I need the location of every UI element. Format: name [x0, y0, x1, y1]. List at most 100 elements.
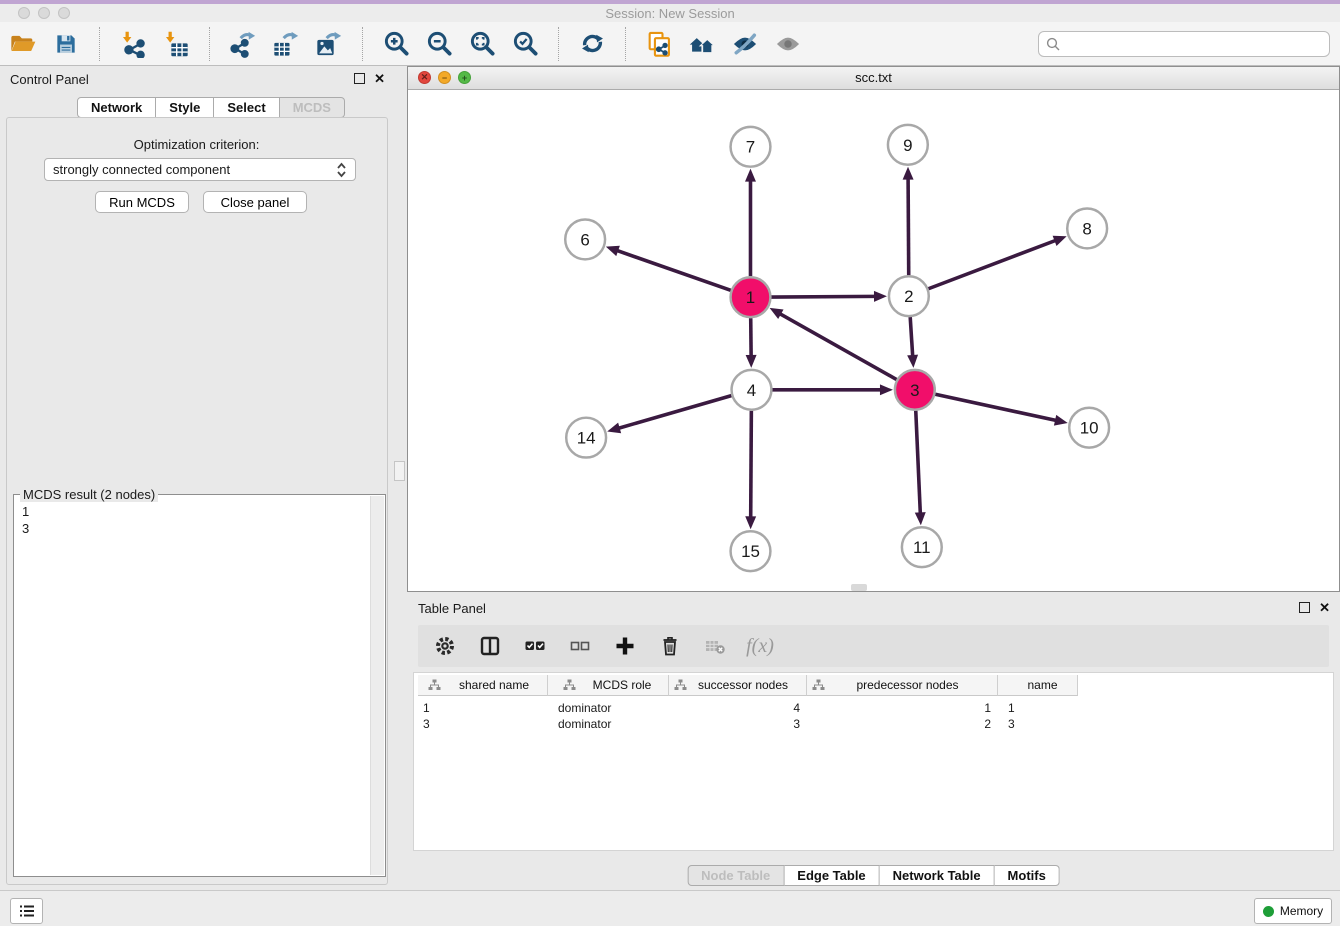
network-view-window: ✕ − + scc.txt 1234678910111415 — [407, 66, 1340, 592]
import-table-button[interactable] — [161, 29, 191, 59]
graph-node-label: 14 — [577, 429, 596, 448]
show-panels-button[interactable] — [10, 898, 43, 924]
panel-splitter-handle[interactable] — [394, 461, 405, 481]
graph-node-label: 2 — [904, 287, 913, 306]
edge-arrowhead — [907, 355, 918, 368]
graph-edge-4-15[interactable] — [751, 411, 752, 519]
graph-edge-1-6[interactable] — [616, 250, 731, 290]
export-network-icon — [229, 30, 257, 58]
tab-network[interactable]: Network — [77, 97, 156, 118]
column-settings-button[interactable] — [432, 633, 458, 659]
column-header-successor-nodes[interactable]: successor nodes — [669, 675, 807, 696]
zoom-selected-button[interactable] — [510, 29, 540, 59]
graph-edge-3-10[interactable] — [935, 394, 1057, 420]
criterion-select[interactable]: strongly connected component — [44, 158, 356, 181]
mcds-result-line: 1 — [22, 503, 363, 520]
open-folder-icon — [9, 30, 37, 58]
apply-layout-button[interactable] — [577, 29, 607, 59]
split-columns-icon — [478, 634, 502, 658]
cell-shared-name: 3 — [418, 716, 548, 732]
houses-icon — [688, 30, 716, 58]
unchecked-boxes-icon — [568, 634, 592, 658]
graph-node-label: 8 — [1082, 219, 1091, 238]
run-mcds-button[interactable]: Run MCDS — [95, 191, 189, 213]
zoom-out-button[interactable] — [424, 29, 454, 59]
toolbar-separator — [99, 27, 100, 61]
graph-edge-3-1[interactable] — [779, 313, 896, 379]
table-mode-button[interactable] — [477, 633, 503, 659]
hierarchy-icon — [428, 679, 441, 691]
open-session-button[interactable] — [8, 29, 38, 59]
cell-mcds-role: dominator — [548, 716, 669, 732]
select-all-columns-button[interactable] — [522, 633, 548, 659]
zoom-selected-icon — [512, 30, 539, 57]
node-table: shared name MCDS role successor nodes pr… — [413, 672, 1334, 851]
save-disk-icon — [53, 31, 79, 57]
graph-edge-4-14[interactable] — [618, 396, 732, 429]
graph-node-label: 10 — [1080, 419, 1099, 438]
export-network-button[interactable] — [228, 29, 258, 59]
mcds-result-group: MCDS result (2 nodes) 1 3 — [13, 494, 386, 877]
plus-icon — [613, 634, 637, 658]
delete-column-button[interactable] — [657, 633, 683, 659]
export-table-icon — [272, 30, 300, 58]
export-table-button[interactable] — [271, 29, 301, 59]
function-builder-button[interactable]: f(x) — [747, 633, 773, 659]
close-panel-icon[interactable]: ✕ — [374, 74, 385, 84]
network-from-selection-button[interactable] — [644, 29, 674, 59]
close-panel-button[interactable]: Close panel — [203, 191, 307, 213]
mcds-result-textarea[interactable]: 1 3 — [14, 497, 371, 876]
float-panel-icon[interactable] — [1299, 602, 1310, 613]
export-image-button[interactable] — [314, 29, 344, 59]
zoom-in-button[interactable] — [381, 29, 411, 59]
graph-node-label: 9 — [903, 136, 912, 155]
cell-name: 3 — [998, 716, 1078, 732]
graph-edge-2-9[interactable] — [908, 178, 909, 276]
tab-motifs[interactable]: Motifs — [995, 865, 1060, 886]
table-row[interactable]: 1 dominator 4 1 1 — [418, 700, 1078, 716]
tab-node-table[interactable]: Node Table — [687, 865, 784, 886]
search-input[interactable] — [1065, 35, 1322, 52]
graph-node-label: 3 — [910, 381, 919, 400]
table-panel: Table Panel ✕ — [407, 594, 1340, 890]
deselect-all-columns-button[interactable] — [567, 633, 593, 659]
tab-mcds[interactable]: MCDS — [280, 97, 345, 118]
graph-edge-2-8[interactable] — [928, 240, 1056, 289]
graph-node-label: 6 — [580, 230, 589, 249]
tab-select[interactable]: Select — [214, 97, 279, 118]
column-header-name[interactable]: name — [998, 675, 1078, 696]
save-session-button[interactable] — [51, 29, 81, 59]
table-splitter-handle[interactable] — [851, 584, 867, 591]
hide-selected-button[interactable] — [730, 29, 760, 59]
zoom-fit-button[interactable] — [467, 29, 497, 59]
toolbar-separator — [362, 27, 363, 61]
graph-node-label: 4 — [747, 381, 756, 400]
first-neighbors-button[interactable] — [687, 29, 717, 59]
graph-edge-3-11[interactable] — [916, 411, 921, 515]
import-table-icon — [162, 30, 190, 58]
delete-table-button[interactable] — [702, 633, 728, 659]
show-all-button[interactable] — [773, 29, 803, 59]
column-header-predecessor-nodes[interactable]: predecessor nodes — [807, 675, 998, 696]
close-panel-icon[interactable]: ✕ — [1319, 603, 1330, 613]
tab-network-table[interactable]: Network Table — [880, 865, 995, 886]
result-scrollbar[interactable] — [370, 496, 384, 875]
criterion-selected-value: strongly connected component — [53, 162, 230, 177]
graph-node-label: 7 — [746, 138, 755, 157]
delete-table-icon — [703, 634, 727, 658]
table-row[interactable]: 3 dominator 3 2 3 — [418, 716, 1078, 732]
float-panel-icon[interactable] — [354, 73, 365, 84]
list-icon — [18, 903, 36, 919]
column-header-shared-name[interactable]: shared name — [418, 675, 548, 696]
import-network-button[interactable] — [118, 29, 148, 59]
edge-arrowhead — [874, 291, 887, 302]
table-panel-title: Table Panel — [418, 601, 486, 616]
graph-edge-1-2[interactable] — [771, 296, 876, 297]
add-column-button[interactable] — [612, 633, 638, 659]
tab-style[interactable]: Style — [156, 97, 214, 118]
tab-edge-table[interactable]: Edge Table — [784, 865, 879, 886]
column-header-mcds-role[interactable]: MCDS role — [548, 675, 669, 696]
graph-edge-2-3[interactable] — [910, 317, 913, 357]
network-graph-canvas[interactable]: 1234678910111415 — [408, 89, 1339, 591]
memory-button[interactable]: Memory — [1254, 898, 1332, 924]
